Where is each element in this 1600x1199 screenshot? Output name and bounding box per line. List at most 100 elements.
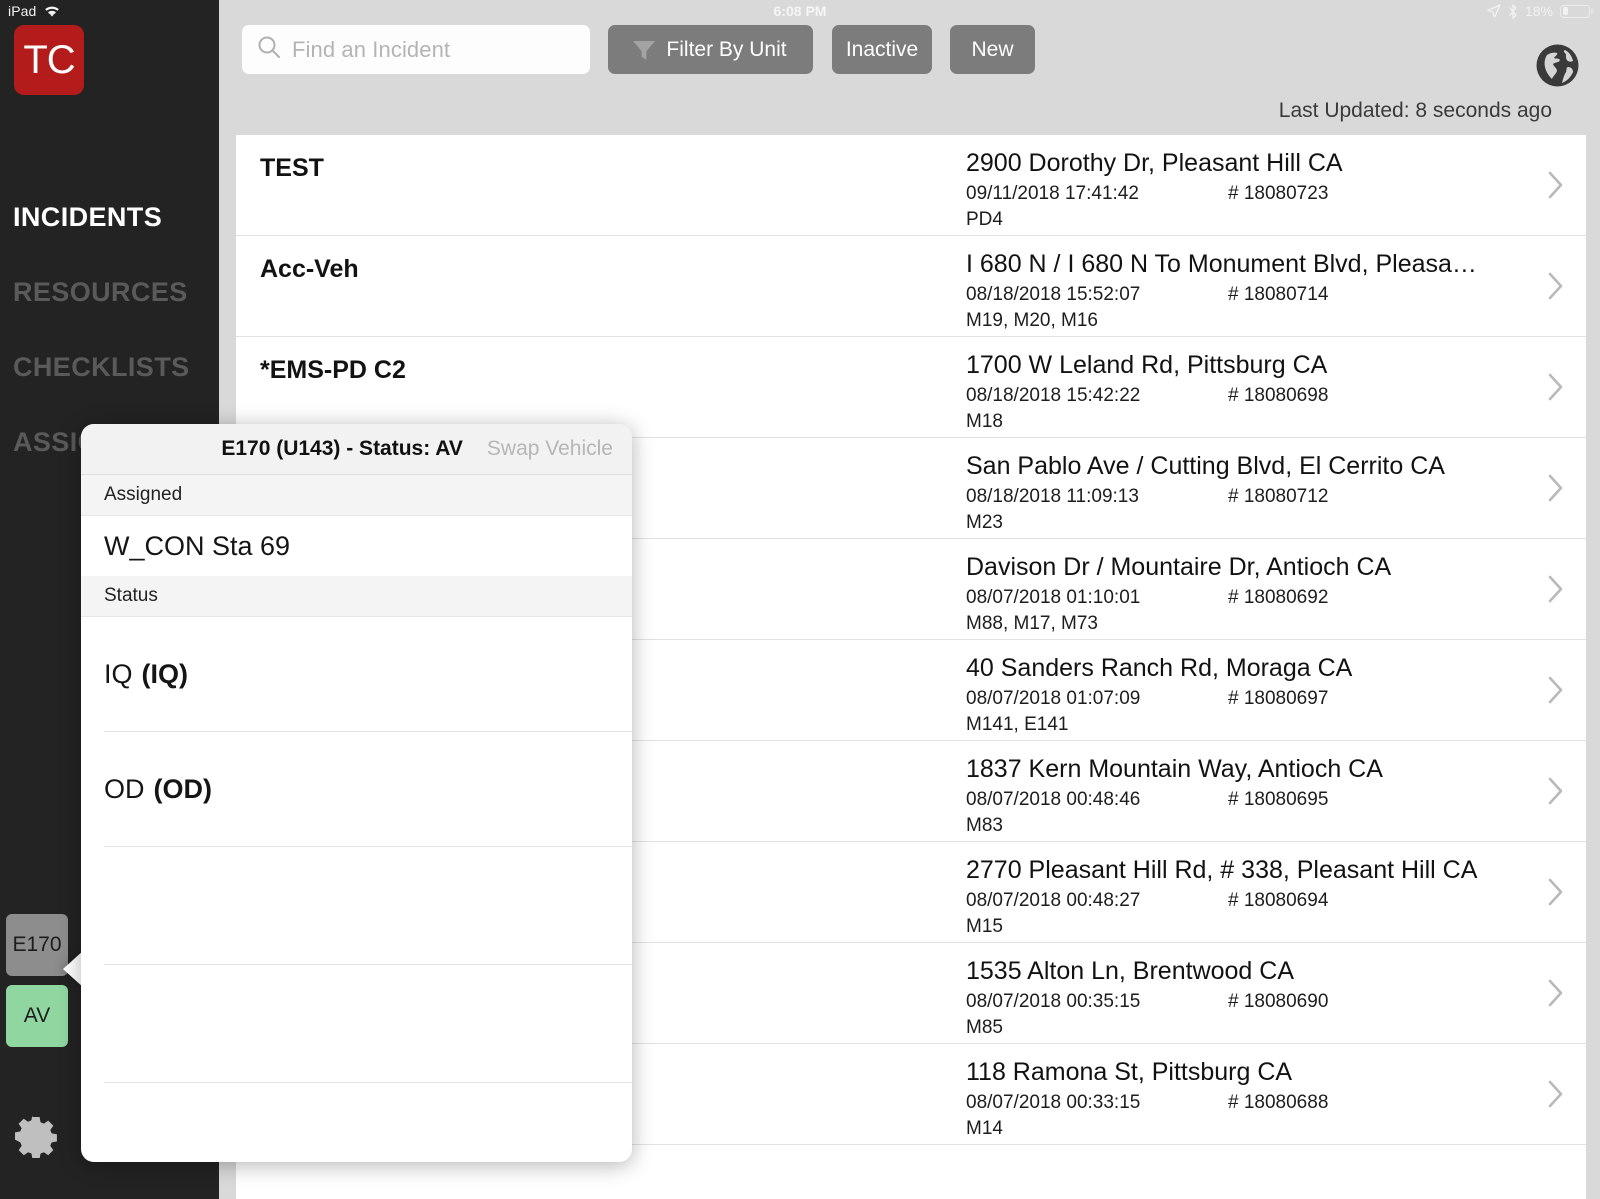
incident-meta: 08/07/2018 00:33:15 # 18080688 xyxy=(966,1092,1586,1114)
chevron-right-icon xyxy=(1548,575,1564,603)
chevron-right-icon xyxy=(1548,272,1564,300)
incident-number: # 18080695 xyxy=(1228,789,1328,811)
unit-status-popover: E170 (U143) - Status: AV Swap Vehicle As… xyxy=(81,424,632,1162)
app-logo-text: TC xyxy=(23,38,74,83)
incident-units: M141, E141 xyxy=(966,714,1586,736)
incident-units: M83 xyxy=(966,815,1586,837)
sidebar-item-checklists[interactable]: CHECKLISTS xyxy=(0,330,219,405)
chevron-right-icon xyxy=(1548,676,1564,704)
incident-units: M88, M17, M73 xyxy=(966,613,1586,635)
inactive-label: Inactive xyxy=(846,38,918,62)
incident-meta: 08/07/2018 01:10:01 # 18080692 xyxy=(966,587,1586,609)
chevron-right-icon xyxy=(1548,171,1564,199)
sidebar-item-label: CHECKLISTS xyxy=(13,352,190,383)
incident-meta: 08/18/2018 11:09:13 # 18080712 xyxy=(966,486,1586,508)
chevron-right-icon xyxy=(1548,373,1564,401)
new-label: New xyxy=(971,38,1013,62)
unit-chip-e170[interactable]: E170 xyxy=(6,914,68,976)
incident-number: # 18080697 xyxy=(1228,688,1328,710)
chevron-right-icon xyxy=(1548,777,1564,805)
ios-status-bar: iPad 6:08 PM 18% xyxy=(0,0,1600,22)
app-logo: TC xyxy=(14,25,84,95)
unit-status-chip-av[interactable]: AV xyxy=(6,985,68,1047)
incident-units: M19, M20, M16 xyxy=(966,310,1586,332)
incident-type: TEST xyxy=(236,135,966,235)
incident-details: I 680 N / I 680 N To Monument Blvd, Plea… xyxy=(966,236,1586,336)
status-section-header: Status xyxy=(81,576,632,617)
unit-status-label: AV xyxy=(24,1004,50,1028)
assigned-value[interactable]: W_CON Sta 69 xyxy=(81,516,632,576)
incident-units: M85 xyxy=(966,1017,1586,1039)
sidebar-item-resources[interactable]: RESOURCES xyxy=(0,255,219,330)
toolbar: Find an Incident Filter By Unit Inactive… xyxy=(219,22,1600,90)
inactive-button[interactable]: Inactive xyxy=(832,25,932,74)
incident-address: 1837 Kern Mountain Way, Antioch CA xyxy=(966,753,1481,786)
incident-details: 40 Sanders Ranch Rd, Moraga CA 08/07/201… xyxy=(966,640,1586,740)
table-row[interactable]: Acc-Veh I 680 N / I 680 N To Monument Bl… xyxy=(236,236,1586,337)
incident-units: M18 xyxy=(966,411,1586,433)
table-row[interactable]: *EMS-PD C2 1700 W Leland Rd, Pittsburg C… xyxy=(236,337,1586,438)
incident-details: 118 Ramona St, Pittsburg CA 08/07/2018 0… xyxy=(966,1044,1586,1144)
incident-address: 40 Sanders Ranch Rd, Moraga CA xyxy=(966,652,1481,685)
incident-units: M23 xyxy=(966,512,1586,534)
incident-datetime: 08/07/2018 00:48:27 xyxy=(966,890,1228,912)
incident-address: 1700 W Leland Rd, Pittsburg CA xyxy=(966,349,1481,382)
gear-icon[interactable] xyxy=(14,1114,58,1158)
status-option-iq[interactable]: IQ (IQ) xyxy=(104,617,632,732)
sidebar-item-label: INCIDENTS xyxy=(13,202,162,233)
incident-datetime: 08/18/2018 11:09:13 xyxy=(966,486,1228,508)
assigned-section-header: Assigned xyxy=(81,475,632,516)
incident-address: Davison Dr / Mountaire Dr, Antioch CA xyxy=(966,551,1481,584)
incident-meta: 08/07/2018 00:48:46 # 18080695 xyxy=(966,789,1586,811)
incident-details: 2900 Dorothy Dr, Pleasant Hill CA 09/11/… xyxy=(966,135,1586,235)
search-icon xyxy=(256,34,282,65)
location-arrow-icon xyxy=(1487,4,1501,18)
table-row[interactable]: TEST 2900 Dorothy Dr, Pleasant Hill CA 0… xyxy=(236,135,1586,236)
popover-header: E170 (U143) - Status: AV Swap Vehicle xyxy=(81,424,632,475)
status-option-code: (OD) xyxy=(154,774,212,805)
popover-title: E170 (U143) - Status: AV xyxy=(221,437,463,461)
incident-number: # 18080692 xyxy=(1228,587,1328,609)
incident-number: # 18080712 xyxy=(1228,486,1328,508)
incident-meta: 08/07/2018 00:35:15 # 18080690 xyxy=(966,991,1586,1013)
new-button[interactable]: New xyxy=(950,25,1035,74)
incident-units: M15 xyxy=(966,916,1586,938)
search-input[interactable]: Find an Incident xyxy=(242,25,590,74)
incident-address: 2900 Dorothy Dr, Pleasant Hill CA xyxy=(966,147,1481,180)
incident-datetime: 08/18/2018 15:52:07 xyxy=(966,284,1228,306)
incident-type: *EMS-PD C2 xyxy=(236,337,966,437)
incident-units: PD4 xyxy=(966,209,1586,231)
status-option-code: (IQ) xyxy=(142,659,189,690)
chevron-right-icon xyxy=(1548,474,1564,502)
incident-number: # 18080698 xyxy=(1228,385,1328,407)
incident-number: # 18080688 xyxy=(1228,1092,1328,1114)
status-option-od[interactable]: OD (OD) xyxy=(104,732,632,847)
incident-address: 118 Ramona St, Pittsburg CA xyxy=(966,1056,1481,1089)
incident-details: 1535 Alton Ln, Brentwood CA 08/07/2018 0… xyxy=(966,943,1586,1043)
incident-datetime: 08/07/2018 00:48:46 xyxy=(966,789,1228,811)
filter-by-unit-label: Filter By Unit xyxy=(658,38,795,62)
chevron-right-icon xyxy=(1548,878,1564,906)
filter-by-unit-button[interactable]: Filter By Unit xyxy=(608,25,813,74)
incident-address: I 680 N / I 680 N To Monument Blvd, Plea… xyxy=(966,248,1481,281)
incident-datetime: 08/07/2018 01:07:09 xyxy=(966,688,1228,710)
bluetooth-icon xyxy=(1508,4,1518,19)
incident-meta: 09/11/2018 17:41:42 # 18080723 xyxy=(966,183,1586,205)
search-placeholder: Find an Incident xyxy=(292,37,450,63)
incident-address: 2770 Pleasant Hill Rd, # 338, Pleasant H… xyxy=(966,854,1481,887)
incident-datetime: 08/07/2018 00:33:15 xyxy=(966,1092,1228,1114)
incident-details: 2770 Pleasant Hill Rd, # 338, Pleasant H… xyxy=(966,842,1586,942)
incident-meta: 08/07/2018 00:48:27 # 18080694 xyxy=(966,890,1586,912)
swap-vehicle-button[interactable]: Swap Vehicle xyxy=(487,437,613,461)
app-root: TC INCIDENTS RESOURCES CHECKLISTS ASSIGN… xyxy=(0,0,1600,1199)
status-option-empty[interactable] xyxy=(104,965,632,1083)
status-option-empty[interactable] xyxy=(104,847,632,965)
incident-meta: 08/18/2018 15:52:07 # 18080714 xyxy=(966,284,1586,306)
globe-icon[interactable] xyxy=(1534,42,1581,89)
unit-chip-label: E170 xyxy=(12,933,61,957)
chevron-right-icon xyxy=(1548,1080,1564,1108)
incident-number: # 18080694 xyxy=(1228,890,1328,912)
incident-datetime: 08/18/2018 15:42:22 xyxy=(966,385,1228,407)
last-updated-text: Last Updated: 8 seconds ago xyxy=(1279,99,1552,123)
sidebar-item-incidents[interactable]: INCIDENTS xyxy=(0,180,219,255)
